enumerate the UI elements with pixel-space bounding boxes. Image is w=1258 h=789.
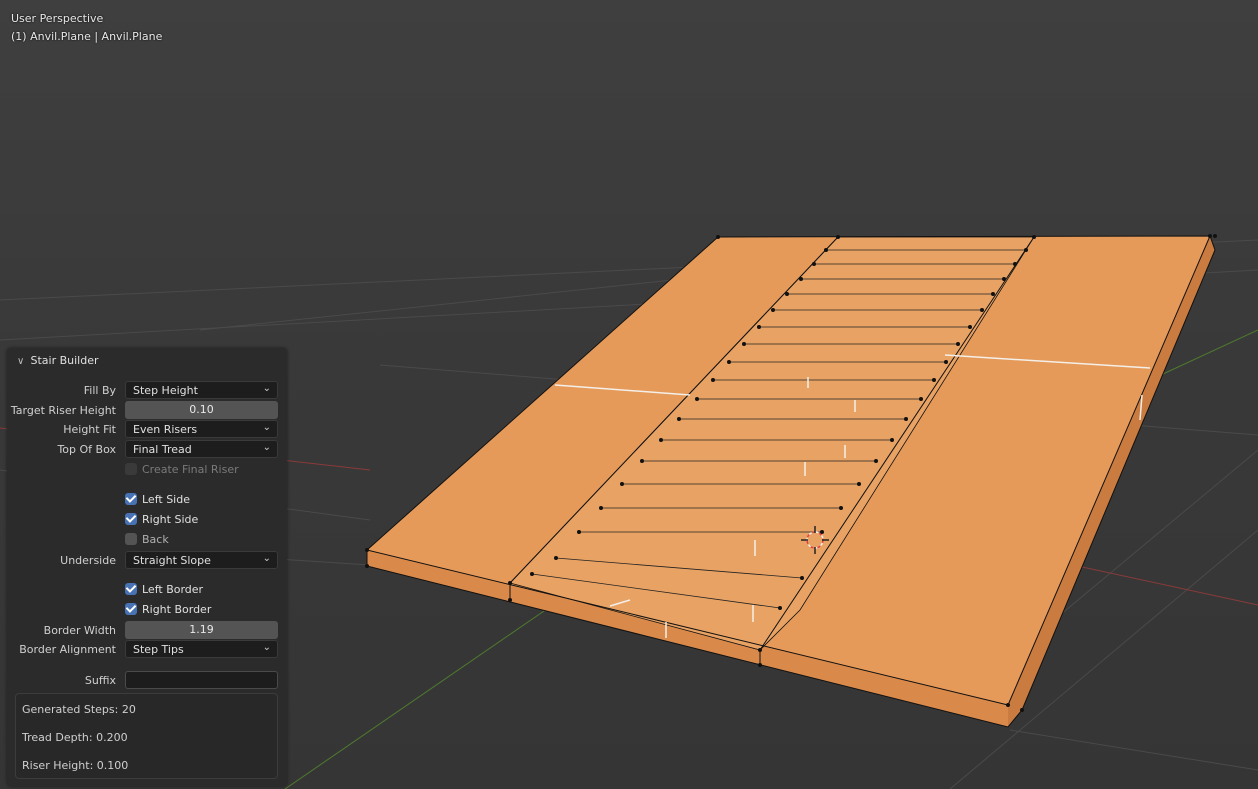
top-of-box-value: Final Tread <box>133 443 192 456</box>
panel-title: Stair Builder <box>30 354 99 367</box>
checkbox-icon <box>125 533 137 545</box>
suffix-input[interactable] <box>125 671 278 689</box>
top-of-box-row: Top Of Box Final Tread ⌄ <box>7 440 287 459</box>
back-checkbox[interactable]: Back <box>125 533 169 546</box>
checkmark-icon <box>125 513 137 525</box>
fill-by-row: Fill By Step Height ⌄ <box>7 381 287 400</box>
back-row: Back <box>7 531 287 550</box>
checkmark-icon <box>125 583 137 595</box>
border-alignment-row: Border Alignment Step Tips ⌄ <box>7 640 287 659</box>
riser-height-text: Riser Height: 0.100 <box>22 759 129 772</box>
left-side-row: Left Side <box>7 491 287 510</box>
left-side-checkbox[interactable]: Left Side <box>125 493 190 506</box>
stair-builder-panel: ∨ Stair Builder Fill By Step Height ⌄ Ta… <box>7 348 287 786</box>
chevron-down-icon: ∨ <box>17 356 25 367</box>
left-border-row: Left Border <box>7 581 287 600</box>
border-alignment-label: Border Alignment <box>19 643 116 656</box>
height-fit-row: Height Fit Even Risers ⌄ <box>7 420 287 439</box>
generated-steps-text: Generated Steps: 20 <box>22 703 136 716</box>
chevron-down-icon: ⌄ <box>262 442 271 453</box>
create-final-riser-checkbox[interactable]: Create Final Riser <box>125 463 239 476</box>
right-border-checkbox[interactable]: Right Border <box>125 603 211 616</box>
back-label: Back <box>142 533 169 546</box>
fill-by-label: Fill By <box>83 384 116 397</box>
right-border-label: Right Border <box>142 603 212 616</box>
chevron-down-icon: ⌄ <box>262 383 271 394</box>
right-side-checkbox[interactable]: Right Side <box>125 513 198 526</box>
left-border-checkbox[interactable]: Left Border <box>125 583 203 596</box>
top-of-box-label: Top Of Box <box>57 443 116 456</box>
target-riser-height-label: Target Riser Height <box>10 404 116 417</box>
checkbox-icon <box>125 463 137 475</box>
border-width-row: Border Width 1.19 <box>7 621 287 640</box>
border-alignment-value: Step Tips <box>133 643 184 656</box>
viewport-object-label: (1) Anvil.Plane | Anvil.Plane <box>11 30 163 43</box>
fill-by-value: Step Height <box>133 384 198 397</box>
target-riser-height-value: 0.10 <box>189 403 214 416</box>
height-fit-dropdown[interactable]: Even Risers ⌄ <box>125 420 278 438</box>
chevron-down-icon: ⌄ <box>262 422 271 433</box>
info-box: Generated Steps: 20 Tread Depth: 0.200 R… <box>15 693 278 779</box>
checkmark-icon <box>125 603 137 615</box>
height-fit-label: Height Fit <box>63 423 116 436</box>
border-width-field[interactable]: 1.19 <box>125 621 278 639</box>
chevron-down-icon: ⌄ <box>262 642 271 653</box>
panel-header[interactable]: ∨ Stair Builder <box>17 354 99 367</box>
border-alignment-dropdown[interactable]: Step Tips ⌄ <box>125 640 278 658</box>
chevron-down-icon: ⌄ <box>262 553 271 564</box>
left-border-label: Left Border <box>142 583 204 596</box>
underside-value: Straight Slope <box>133 554 211 567</box>
border-width-value: 1.19 <box>189 623 214 636</box>
suffix-row: Suffix <box>7 671 287 690</box>
suffix-label: Suffix <box>84 674 116 687</box>
create-final-riser-row: Create Final Riser <box>7 461 287 480</box>
viewport-perspective-label: User Perspective <box>11 12 104 25</box>
checkmark-icon <box>125 493 137 505</box>
left-side-label: Left Side <box>142 493 190 506</box>
top-of-box-dropdown[interactable]: Final Tread ⌄ <box>125 440 278 458</box>
height-fit-value: Even Risers <box>133 423 198 436</box>
tread-depth-text: Tread Depth: 0.200 <box>22 731 128 744</box>
underside-row: Underside Straight Slope ⌄ <box>7 551 287 570</box>
create-final-riser-label: Create Final Riser <box>142 463 239 476</box>
border-width-label: Border Width <box>43 624 116 637</box>
underside-label: Underside <box>60 554 116 567</box>
right-side-label: Right Side <box>142 513 199 526</box>
right-side-row: Right Side <box>7 511 287 530</box>
right-border-row: Right Border <box>7 601 287 620</box>
target-riser-height-row: Target Riser Height 0.10 <box>7 401 287 420</box>
target-riser-height-field[interactable]: 0.10 <box>125 401 278 419</box>
underside-dropdown[interactable]: Straight Slope ⌄ <box>125 551 278 569</box>
fill-by-dropdown[interactable]: Step Height ⌄ <box>125 381 278 399</box>
